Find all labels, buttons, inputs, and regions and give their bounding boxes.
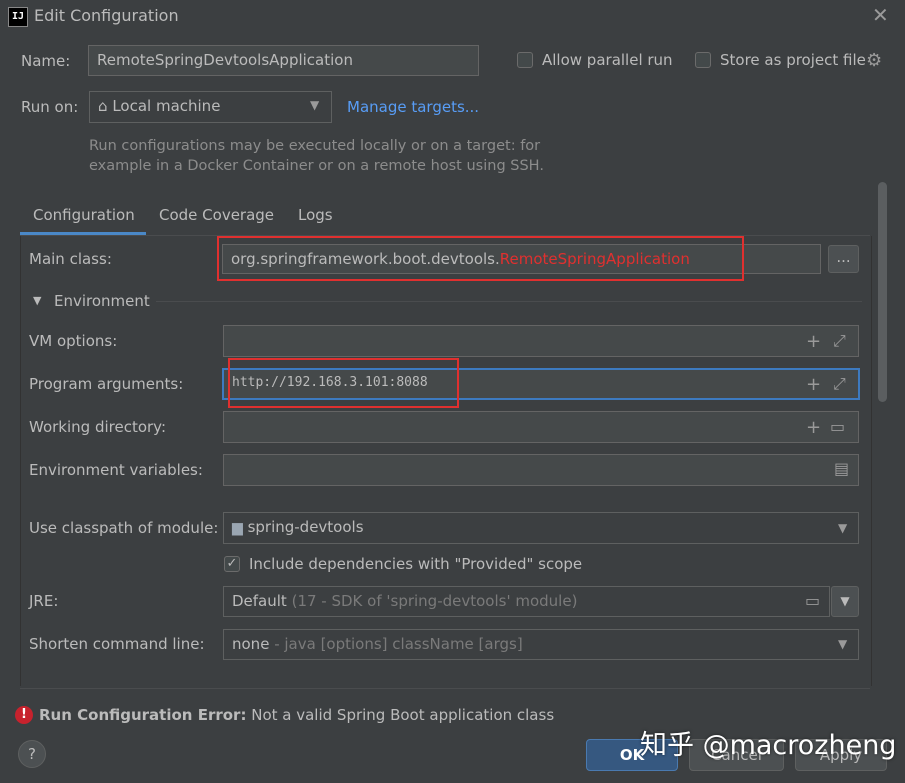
environment-separator	[156, 301, 862, 302]
home-icon: ⌂	[98, 97, 108, 115]
tab-logs[interactable]: Logs	[298, 206, 333, 224]
expand-icon[interactable]: ⤢	[833, 374, 846, 394]
program-args-annotation-box	[228, 358, 459, 408]
classpath-value: spring-devtools	[247, 518, 364, 536]
jre-detail: (17 - SDK of 'spring-devtools' module)	[291, 592, 578, 610]
folder-icon[interactable]: ▭	[830, 417, 845, 436]
folder-icon[interactable]: ▭	[805, 591, 820, 610]
manage-targets-link[interactable]: Manage targets...	[347, 98, 479, 116]
shorten-detail: - java [options] className [args]	[274, 635, 523, 653]
expand-icon[interactable]: ⤢	[833, 331, 846, 351]
chevron-down-icon: ▼	[838, 637, 848, 651]
collapse-triangle-icon[interactable]: ▼	[33, 294, 41, 307]
store-project-label: Store as project file	[720, 51, 866, 69]
name-label: Name:	[21, 52, 71, 70]
include-deps-label: Include dependencies with "Provided" sco…	[249, 555, 583, 573]
tab-code-coverage[interactable]: Code Coverage	[159, 206, 274, 224]
tab-configuration[interactable]: Configuration	[33, 206, 135, 224]
shorten-label: Shorten command line:	[29, 635, 205, 653]
help-button[interactable]: ?	[18, 740, 46, 768]
error-icon: !	[15, 706, 33, 724]
module-folder-icon: ▆	[232, 520, 243, 536]
run-on-label: Run on:	[21, 98, 79, 116]
shorten-value: none	[232, 635, 270, 653]
hint-line-2: example in a Docker Container or on a re…	[89, 158, 544, 174]
error-title: Run Configuration Error:	[39, 706, 247, 724]
vm-options-label: VM options:	[29, 332, 118, 350]
jre-dropdown-button[interactable]: ▼	[831, 586, 859, 617]
program-args-label: Program arguments:	[29, 375, 184, 393]
close-icon[interactable]: ✕	[872, 3, 889, 27]
chevron-down-icon: ▼	[840, 594, 850, 608]
hint-line-1: Run configurations may be executed local…	[89, 138, 541, 154]
shorten-dropdown[interactable]: none - java [options] className [args]	[223, 629, 859, 660]
include-deps-checkbox[interactable]: ✓	[224, 556, 240, 572]
intellij-app-icon: IJ	[8, 7, 28, 27]
gear-icon[interactable]: ⚙	[866, 50, 882, 71]
error-message: Not a valid Spring Boot application clas…	[251, 706, 555, 724]
allow-parallel-checkbox[interactable]	[517, 52, 533, 68]
window-title: Edit Configuration	[34, 6, 179, 25]
jre-value: Default	[232, 592, 287, 610]
bottom-separator	[20, 688, 870, 689]
document-icon[interactable]: ▤	[834, 459, 849, 478]
run-on-dropdown[interactable]: ⌂ Local machine	[89, 91, 332, 123]
add-icon[interactable]: +	[806, 331, 821, 352]
env-vars-label: Environment variables:	[29, 461, 203, 479]
chevron-down-icon: ▼	[310, 98, 320, 112]
env-vars-field[interactable]	[223, 454, 859, 486]
chevron-down-icon: ▼	[838, 521, 848, 535]
jre-label: JRE:	[29, 592, 59, 610]
environment-section-title: Environment	[54, 292, 150, 310]
name-field[interactable]: RemoteSpringDevtoolsApplication	[88, 45, 479, 76]
store-project-checkbox[interactable]	[695, 52, 711, 68]
allow-parallel-label: Allow parallel run	[542, 51, 673, 69]
working-dir-field[interactable]	[223, 411, 859, 443]
main-class-browse-button[interactable]: ...	[828, 245, 859, 273]
error-line: Run Configuration Error: Not a valid Spr…	[39, 706, 554, 724]
panel-scrollbar[interactable]	[878, 182, 887, 402]
main-class-label: Main class:	[29, 250, 112, 268]
classpath-dropdown[interactable]: ▆ spring-devtools	[223, 512, 859, 544]
working-dir-label: Working directory:	[29, 418, 167, 436]
run-on-value: Local machine	[112, 97, 221, 115]
jre-field[interactable]: Default (17 - SDK of 'spring-devtools' m…	[223, 586, 830, 617]
watermark-text: 知乎 @macrozheng	[640, 730, 897, 761]
vm-options-field[interactable]	[223, 325, 859, 357]
main-class-annotation-box	[217, 236, 744, 281]
add-icon[interactable]: +	[806, 374, 821, 395]
classpath-label: Use classpath of module:	[29, 519, 219, 537]
add-icon[interactable]: +	[806, 417, 821, 438]
